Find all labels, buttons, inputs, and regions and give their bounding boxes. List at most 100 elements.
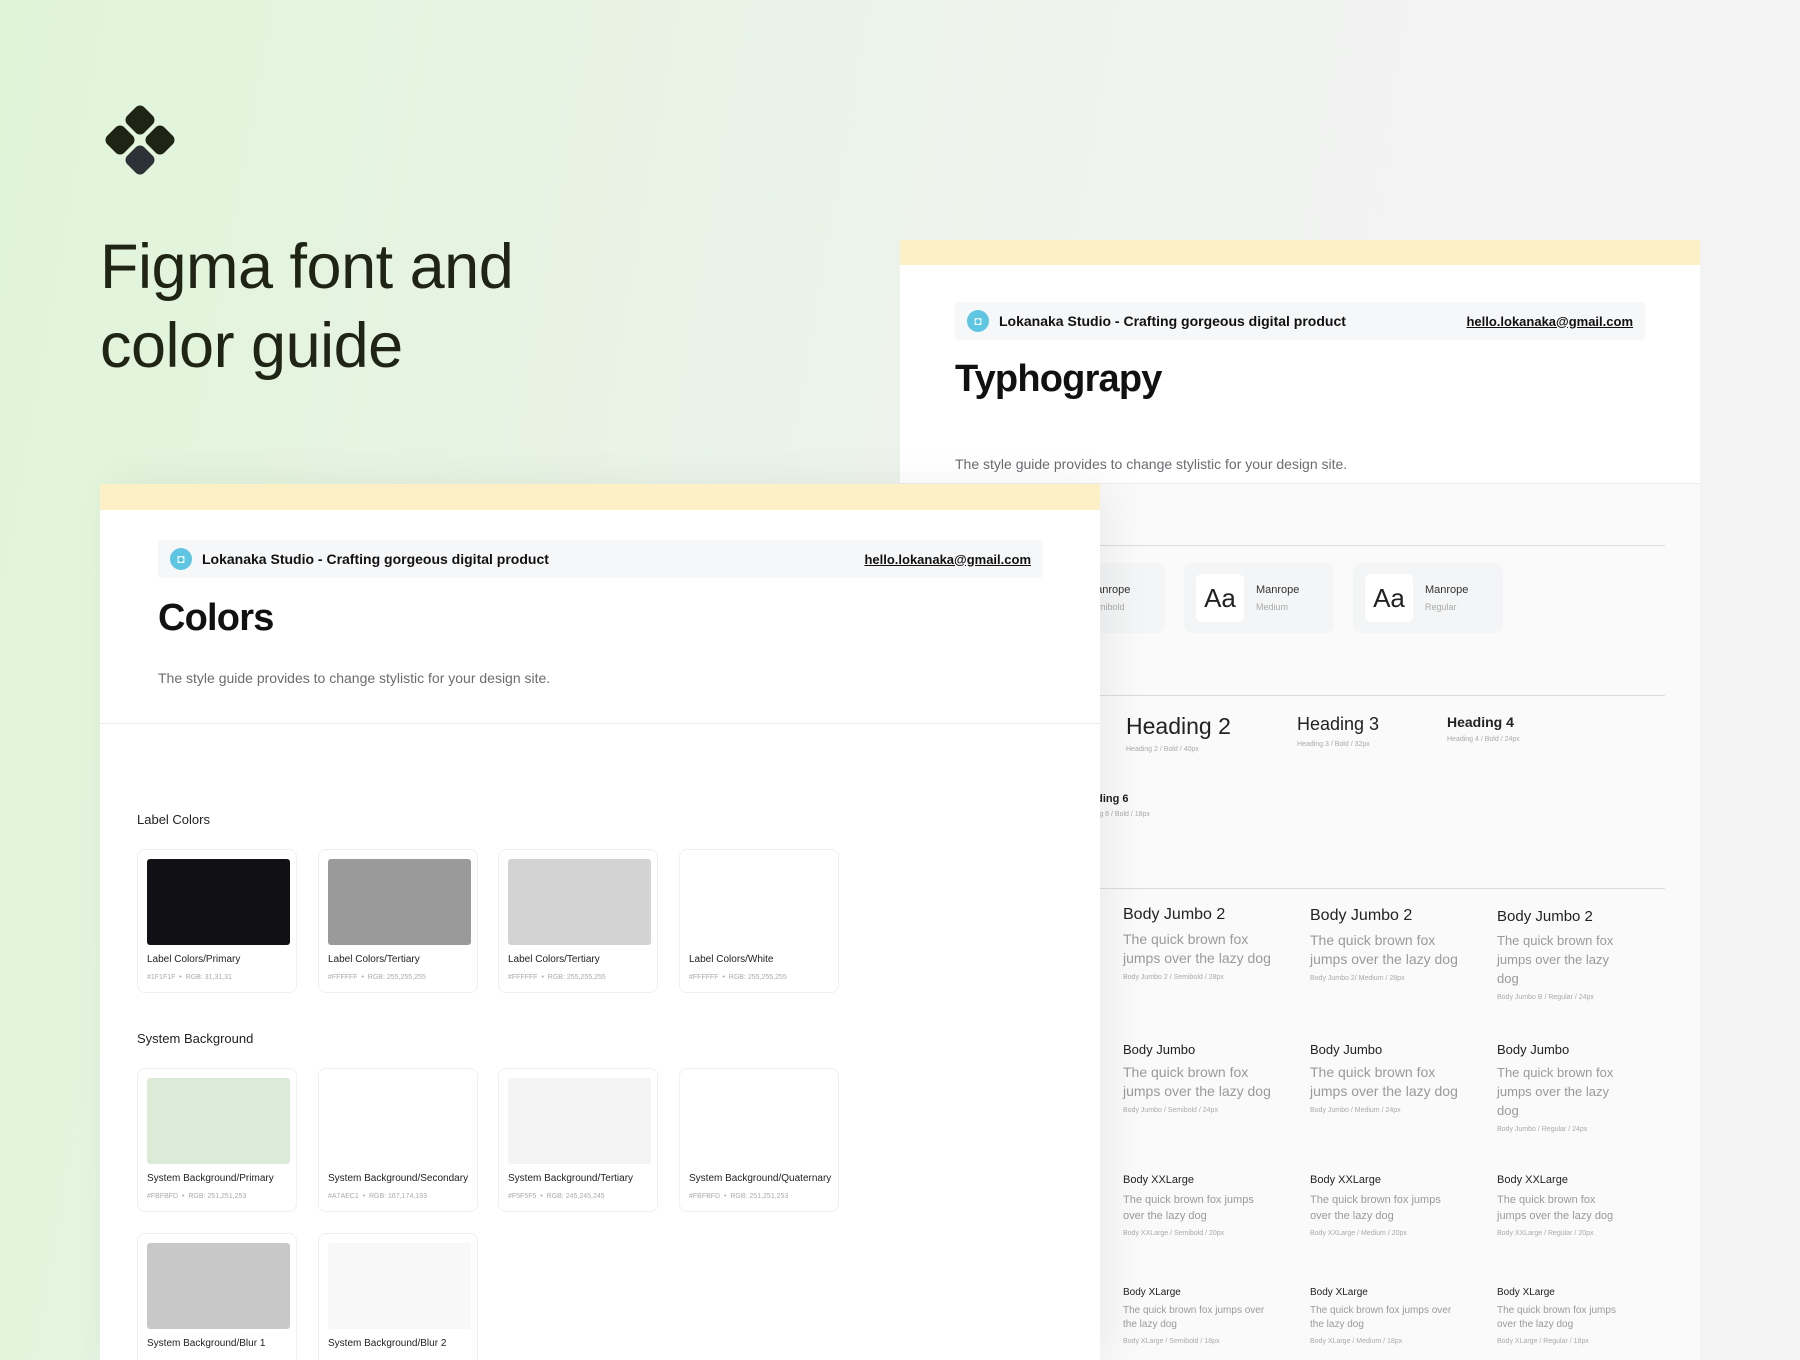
body-spec: Body Jumbo 2/ Medium / 28px [1310, 975, 1405, 982]
email-link[interactable]: hello.lokanaka@gmail.com [864, 552, 1031, 567]
color-swatch-card[interactable]: System Background/Blur 1 [137, 1233, 297, 1360]
body-text: The quick brown fox jumps over the lazy … [1123, 931, 1271, 966]
color-swatch-card[interactable]: Label Colors/White #FFFFFF • RGB: 255,25… [679, 849, 839, 993]
page-title: Colors [158, 597, 274, 639]
body-text: The quick brown fox jumps over the lazy … [1123, 1194, 1254, 1222]
heading-sample: Heading 4 Heading 4 / Bold / 24px [1447, 714, 1520, 743]
body-spec: Body XXLarge / Regular / 20px [1497, 1230, 1594, 1237]
swatch-info: #FBFBFD • RGB: 251,251,253 [147, 1193, 247, 1200]
swatch-name: Label Colors/White [689, 954, 774, 965]
studio-logo-icon: ◘ [967, 310, 989, 332]
heading-label: Heading 3 [1297, 714, 1380, 734]
body-title: Body XXLarge [1497, 1174, 1568, 1186]
swatch-info: #FFFFFF • RGB: 255,255,255 [328, 974, 426, 981]
swatch-info: #FBFBFD • RGB: 251,251,253 [689, 1193, 789, 1200]
swatch-name: System Background/Secondary [328, 1173, 469, 1184]
font-preview: Aa [1196, 574, 1244, 622]
font-name: Manrope [1425, 584, 1469, 596]
body-text: The quick brown fox jumps over the lazy … [1123, 1305, 1265, 1330]
swatch-name: System Background/Primary [147, 1173, 274, 1184]
swatch-name: System Background/Quaternary [689, 1173, 832, 1184]
body-spec: Body XXLarge / Semibold / 20px [1123, 1230, 1225, 1237]
body-spec: Body Jumbo B / Regular / 24px [1497, 994, 1594, 1001]
color-swatch-card[interactable]: Label Colors/Primary #1F1F1F • RGB: 31,3… [137, 849, 297, 993]
heading-label: Heading 2 [1126, 713, 1231, 739]
swatch-name: System Background/Blur 1 [147, 1338, 266, 1349]
swatch-info: #FFFFFF • RGB: 255,255,255 [689, 974, 787, 981]
color-swatch-card[interactable]: System Background/Tertiary #F5F5F5 • RGB… [498, 1068, 658, 1212]
body-title: Body XXLarge [1123, 1174, 1194, 1186]
card-top-strip [900, 240, 1700, 265]
color-swatch-card[interactable]: Label Colors/Tertiary #FFFFFF • RGB: 255… [498, 849, 658, 993]
font-chip: Aa Manrope Medium [1184, 563, 1334, 633]
color-swatch-card[interactable]: System Background/Blur 2 [318, 1233, 478, 1360]
heading-sample: Heading 3 Heading 3 / Bold / 32px [1297, 714, 1379, 748]
body-sample: Body Jumbo 2 The quick brown fox jumps o… [1497, 908, 1632, 1001]
heading-spec: Heading 3 / Bold / 32px [1297, 741, 1370, 748]
swatch-name: Label Colors/Tertiary [328, 954, 420, 965]
color-swatch-card[interactable]: Label Colors/Tertiary #FFFFFF • RGB: 255… [318, 849, 478, 993]
font-weight: Regular [1425, 602, 1457, 612]
body-text: The quick brown fox jumps over the lazy … [1497, 1194, 1614, 1222]
four-petal-logo-icon [105, 105, 175, 175]
studio-name: Lokanaka Studio - Crafting gorgeous digi… [999, 313, 1346, 329]
body-sample: Body XXLarge The quick brown fox jumps o… [1497, 1174, 1627, 1237]
studio-name: Lokanaka Studio - Crafting gorgeous digi… [202, 551, 549, 567]
email-link[interactable]: hello.lokanaka@gmail.com [1466, 314, 1633, 329]
color-swatch-card[interactable]: System Background/Quaternary #FBFBFD • R… [679, 1068, 839, 1212]
body-sample: Body Jumbo The quick brown fox jumps ove… [1123, 1042, 1283, 1114]
color-swatch [328, 1078, 471, 1164]
body-title: Body XLarge [1497, 1287, 1555, 1298]
swatch-name: Label Colors/Tertiary [508, 954, 600, 965]
page-subtitle: The style guide provides to change styli… [955, 456, 1348, 472]
body-title: Body Jumbo 2 [1123, 906, 1226, 923]
body-text: The quick brown fox jumps over the lazy … [1310, 1194, 1441, 1222]
body-text: The quick brown fox jumps over the lazy … [1123, 1064, 1271, 1099]
hero-title-line-1: Figma font and [100, 232, 514, 302]
font-preview: Aa [1365, 574, 1413, 622]
studio-bar: ◘ Lokanaka Studio - Crafting gorgeous di… [158, 540, 1043, 578]
swatch-info: #A7AEC1 • RGB: 167,174,193 [328, 1193, 427, 1200]
color-swatch [147, 859, 290, 945]
color-swatch [689, 1078, 832, 1164]
body-sample: Body XLarge The quick brown fox jumps ov… [1497, 1287, 1632, 1345]
body-spec: Body Jumbo / Regular / 24px [1497, 1126, 1588, 1133]
color-swatch [147, 1078, 290, 1164]
studio-bar: ◘ Lokanaka Studio - Crafting gorgeous di… [955, 302, 1645, 340]
section-label-label-colors: Label Colors [137, 812, 210, 827]
typography-header: ◘ Lokanaka Studio - Crafting gorgeous di… [900, 265, 1700, 484]
heading-spec: Heading 4 / Bold / 24px [1447, 736, 1520, 743]
body-spec: Body Jumbo / Medium / 24px [1310, 1107, 1401, 1114]
card-top-strip [100, 484, 1100, 510]
body-spec: Body Jumbo / Semibold / 24px [1123, 1107, 1218, 1114]
body-title: Body Jumbo [1497, 1042, 1570, 1057]
font-weight: Medium [1256, 602, 1289, 612]
body-title: Body Jumbo [1123, 1042, 1196, 1057]
swatch-info: #1F1F1F • RGB: 31,31,31 [147, 974, 232, 981]
color-swatch [508, 859, 651, 945]
body-sample: Body Jumbo 2 The quick brown fox jumps o… [1123, 906, 1283, 981]
body-title: Body Jumbo [1310, 1042, 1383, 1057]
color-swatch [328, 859, 471, 945]
swatch-name: System Background/Tertiary [508, 1173, 634, 1184]
swatch-name: Label Colors/Primary [147, 954, 241, 965]
font-chip: Aa Manrope Regular [1353, 563, 1503, 633]
color-swatch-card[interactable]: System Background/Primary #FBFBFD • RGB:… [137, 1068, 297, 1212]
colors-header: ◘ Lokanaka Studio - Crafting gorgeous di… [100, 510, 1100, 724]
swatch-info: #FFFFFF • RGB: 255,255,255 [508, 974, 606, 981]
page-title: Typhograpy [955, 358, 1162, 400]
hero-title-line-2: color guide [100, 311, 403, 381]
body-sample: Body XLarge The quick brown fox jumps ov… [1123, 1287, 1268, 1345]
swatch-name: System Background/Blur 2 [328, 1338, 447, 1349]
body-title: Body Jumbo 2 [1310, 907, 1413, 924]
body-sample: Body XXLarge The quick brown fox jumps o… [1310, 1174, 1455, 1237]
body-spec: Body Jumbo 2 / Semibold / 28px [1123, 974, 1224, 981]
body-title: Body XXLarge [1310, 1174, 1381, 1186]
heading-spec: Heading 2 / Bold / 40px [1126, 746, 1199, 753]
body-spec: Body XLarge / Regular / 18px [1497, 1338, 1589, 1345]
body-sample: Body XXLarge The quick brown fox jumps o… [1123, 1174, 1268, 1237]
color-swatch [689, 859, 832, 945]
body-spec: Body XXLarge / Medium / 20px [1310, 1230, 1407, 1237]
color-swatch-card[interactable]: System Background/Secondary #A7AEC1 • RG… [318, 1068, 478, 1212]
hero-title: Figma font and color guide [100, 228, 740, 386]
